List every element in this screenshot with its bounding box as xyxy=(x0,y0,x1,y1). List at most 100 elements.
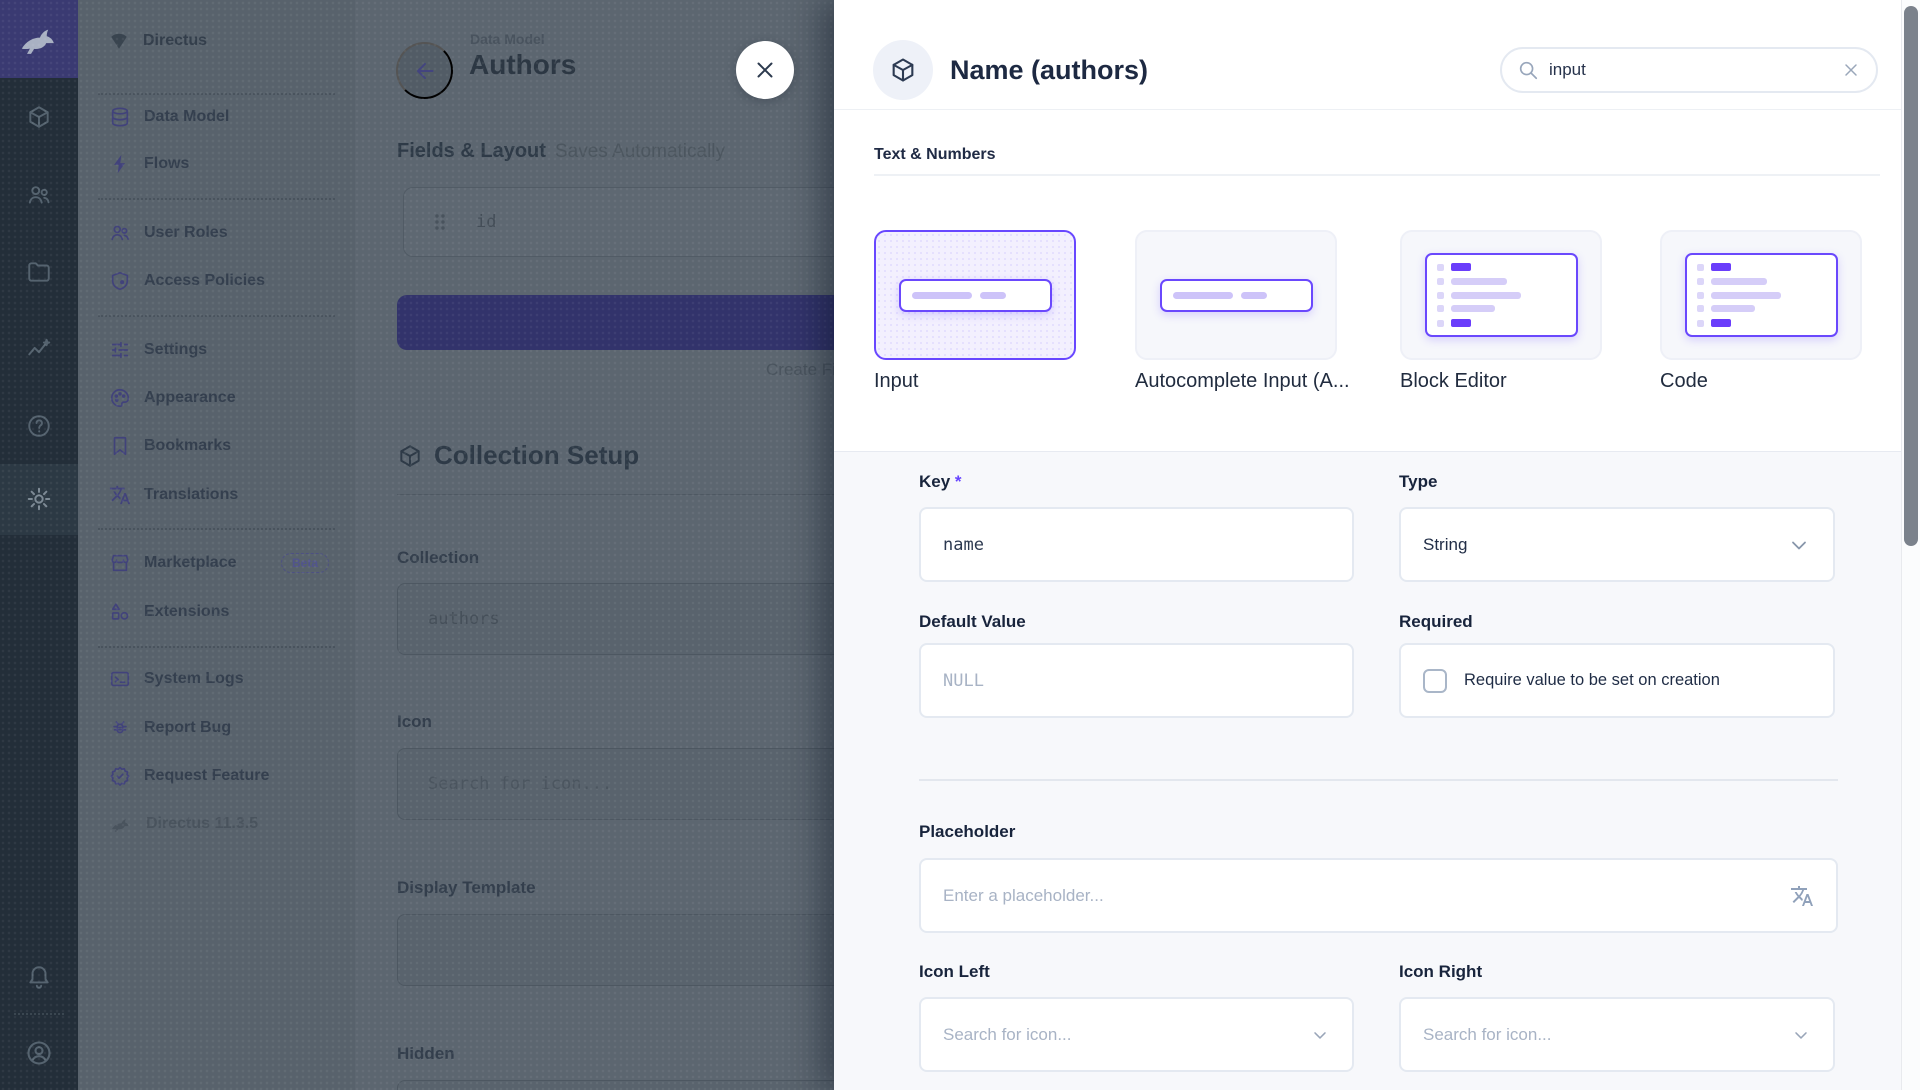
translate-icon[interactable] xyxy=(1790,884,1814,908)
default-value-field xyxy=(919,643,1354,718)
drag-handle-icon[interactable] xyxy=(430,211,450,233)
bookmark-icon xyxy=(109,435,131,457)
sidebar-item-system-logs[interactable]: System Logs xyxy=(78,656,355,702)
sidebar-item-bookmarks[interactable]: Bookmarks xyxy=(78,423,355,469)
rabbit-small-icon xyxy=(109,816,133,832)
drawer-header: Name (authors) xyxy=(834,0,1920,110)
sidebar-item-label: Data Model xyxy=(144,108,229,126)
sidebar-item-request-feature[interactable]: Request Feature xyxy=(78,753,355,799)
type-value: String xyxy=(1423,535,1787,555)
placeholder-input[interactable] xyxy=(943,886,1790,906)
module-settings-gear-icon[interactable] xyxy=(0,475,78,523)
sidebar-item-translations[interactable]: Translations xyxy=(78,472,355,518)
notifications-bell-icon[interactable] xyxy=(0,953,78,1001)
search-input[interactable] xyxy=(1549,60,1831,80)
project-header[interactable]: Directus xyxy=(78,18,355,64)
module-content-cube-icon[interactable] xyxy=(0,93,78,141)
sidebar-item-label: System Logs xyxy=(144,670,244,688)
bolt-icon xyxy=(109,153,131,175)
drawer-avatar xyxy=(873,40,933,100)
type-label: Type xyxy=(1399,472,1437,492)
sidebar-item-marketplace[interactable]: Marketplace Beta xyxy=(78,540,355,586)
collection-setup-title: Collection Setup xyxy=(434,440,639,471)
collection-setup-header: Collection Setup xyxy=(397,440,639,471)
interface-card-autocomplete[interactable] xyxy=(1135,230,1337,360)
project-logo-icon xyxy=(108,31,130,51)
module-help-icon[interactable] xyxy=(0,402,78,450)
sidebar-item-access-policies[interactable]: Access Policies xyxy=(78,258,355,304)
type-select[interactable]: String xyxy=(1399,507,1835,582)
default-value-label: Default Value xyxy=(919,612,1026,632)
back-button[interactable] xyxy=(396,42,453,99)
sidebar-item-label: Extensions xyxy=(144,603,229,621)
rail-divider xyxy=(14,1013,64,1015)
interface-card-code[interactable] xyxy=(1660,230,1862,360)
interface-label-block-editor: Block Editor xyxy=(1400,370,1650,393)
database-icon xyxy=(109,106,131,128)
sidebar-item-version: Directus 11.3.5 xyxy=(78,801,355,847)
collection-label: Collection xyxy=(397,548,479,568)
terminal-icon xyxy=(109,668,131,690)
version-label: Directus 11.3.5 xyxy=(146,815,258,833)
icon-right-input[interactable] xyxy=(1423,1025,1791,1045)
sidebar-item-label: Marketplace xyxy=(144,554,237,572)
field-config-drawer: Name (authors) Text & Numbers xyxy=(834,0,1920,1090)
display-template-label: Display Template xyxy=(397,878,536,898)
sidebar-item-label: Flows xyxy=(144,155,189,173)
cube-icon xyxy=(397,443,423,469)
sidebar-item-flows[interactable]: Flows xyxy=(78,141,355,187)
people-icon xyxy=(109,222,131,244)
required-checkbox-label[interactable]: Require value to be set on creation xyxy=(1464,671,1720,690)
icon-left-input[interactable] xyxy=(943,1025,1310,1045)
sidebar-item-data-model[interactable]: Data Model xyxy=(78,94,355,140)
default-value-input[interactable] xyxy=(943,671,1330,691)
sidebar-item-report-bug[interactable]: Report Bug xyxy=(78,705,355,751)
sidebar-item-settings[interactable]: Settings xyxy=(78,327,355,373)
sidebar-item-label: Request Feature xyxy=(144,767,269,785)
sidebar-item-appearance[interactable]: Appearance xyxy=(78,375,355,421)
translate-icon xyxy=(109,484,131,506)
icon-left-select[interactable] xyxy=(919,997,1354,1072)
bug-icon xyxy=(109,717,131,739)
required-checkbox[interactable] xyxy=(1423,669,1447,693)
nav-divider xyxy=(98,315,335,317)
module-files-folder-icon[interactable] xyxy=(0,248,78,296)
sidebar-item-label: Settings xyxy=(144,341,207,359)
key-input[interactable] xyxy=(943,535,1330,555)
interface-card-block-editor[interactable] xyxy=(1400,230,1602,360)
fields-layout-heading: Fields & Layout xyxy=(397,140,546,163)
drawer-title: Name (authors) xyxy=(950,55,1148,86)
chevron-down-icon xyxy=(1310,1025,1330,1045)
directus-app: Directus Data Model Flows User Roles Acc… xyxy=(0,0,1920,1090)
clear-search-icon[interactable] xyxy=(1841,60,1861,80)
drawer-scrollbar-track[interactable] xyxy=(1901,0,1920,1090)
settings-sidebar: Directus Data Model Flows User Roles Acc… xyxy=(78,0,355,1090)
palette-icon xyxy=(109,387,131,409)
placeholder-field xyxy=(919,858,1838,933)
required-field: Require value to be set on creation xyxy=(1399,643,1835,718)
drawer-scrollbar-thumb[interactable] xyxy=(1904,6,1918,546)
directus-logo-tile[interactable] xyxy=(0,0,78,78)
search-icon xyxy=(1517,59,1539,81)
interface-card-input[interactable] xyxy=(874,230,1076,360)
sidebar-item-extensions[interactable]: Extensions xyxy=(78,589,355,635)
shield-icon xyxy=(109,270,131,292)
account-avatar-icon[interactable] xyxy=(0,1029,78,1077)
category-shapes-icon xyxy=(109,601,131,623)
module-users-icon[interactable] xyxy=(0,171,78,219)
icon-right-select[interactable] xyxy=(1399,997,1835,1072)
breadcrumb: Data Model xyxy=(470,31,545,47)
input-preview xyxy=(1160,279,1313,312)
sidebar-item-user-roles[interactable]: User Roles xyxy=(78,210,355,256)
close-icon xyxy=(752,57,778,83)
directus-rabbit-logo-icon xyxy=(16,23,62,55)
module-insights-chart-icon[interactable] xyxy=(0,325,78,373)
drawer-body: Text & Numbers xyxy=(834,110,1920,1090)
project-name: Directus xyxy=(143,32,207,50)
editor-preview xyxy=(1685,253,1838,337)
close-drawer-button[interactable] xyxy=(736,41,794,99)
arrow-left-icon xyxy=(412,58,438,84)
module-bar xyxy=(0,0,78,1090)
chevron-down-icon xyxy=(1787,533,1811,557)
interface-label-input: Input xyxy=(874,370,1124,393)
